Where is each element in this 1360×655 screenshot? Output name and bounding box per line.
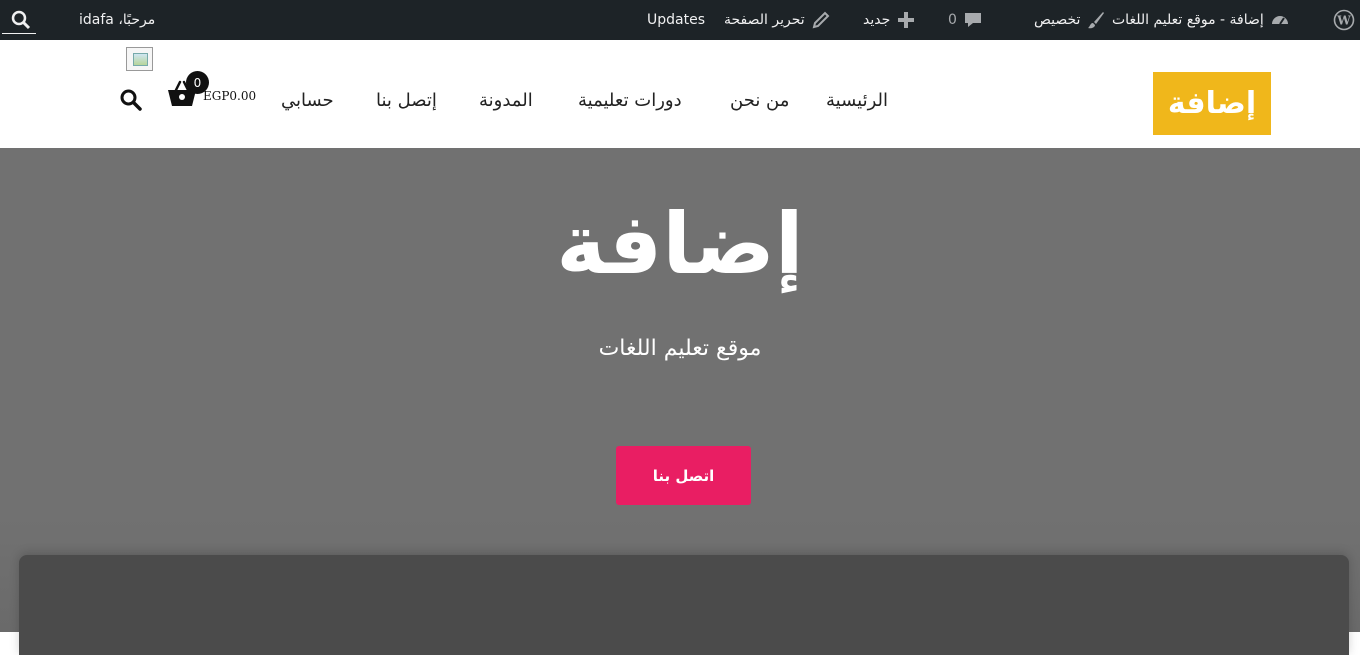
- admin-search-underline: [2, 33, 36, 34]
- cart-total[interactable]: EGP0.00: [203, 89, 256, 103]
- dashboard-icon: [1270, 10, 1290, 30]
- updates-label: Updates: [647, 12, 705, 28]
- broken-image-icon: [126, 47, 153, 71]
- search-icon[interactable]: [119, 88, 143, 112]
- hero-title: إضافة: [556, 195, 804, 293]
- logo-text: إضافة: [1167, 86, 1257, 121]
- paintbrush-icon: [1086, 10, 1106, 30]
- admin-bar: W إضافة - موقع تعليم اللغات تخصيص 0 جديد…: [0, 0, 1360, 40]
- nav-home[interactable]: الرئيسية: [826, 90, 888, 111]
- content-card: [19, 555, 1349, 655]
- customize-menu[interactable]: تخصيص: [1034, 0, 1106, 40]
- nav-about[interactable]: من نحن: [730, 90, 789, 111]
- comments-count: 0: [948, 12, 957, 28]
- site-logo[interactable]: إضافة: [1153, 72, 1271, 135]
- new-label: جديد: [863, 12, 891, 28]
- wordpress-logo-icon[interactable]: W: [1333, 0, 1355, 40]
- greeting-label: مرحبًا، idafa: [79, 12, 156, 28]
- nav-blog[interactable]: المدونة: [479, 90, 533, 111]
- edit-page-menu[interactable]: تحرير الصفحة: [724, 0, 831, 40]
- nav-contact[interactable]: إتصل بنا: [376, 90, 437, 111]
- nav-my-account[interactable]: حسابي: [281, 90, 334, 111]
- hero-section: إضافة موقع تعليم اللغات اتصل بنا: [0, 148, 1360, 655]
- pencil-icon: [811, 10, 831, 30]
- site-name-menu[interactable]: إضافة - موقع تعليم اللغات: [1112, 0, 1290, 40]
- comments-menu[interactable]: 0: [948, 0, 983, 40]
- site-header: إضافة الرئيسية من نحن دورات تعليمية المد…: [0, 40, 1360, 148]
- hero-subtitle: موقع تعليم اللغات: [598, 336, 762, 361]
- contact-us-button[interactable]: اتصل بنا: [616, 446, 751, 505]
- site-name-label: إضافة - موقع تعليم اللغات: [1112, 12, 1264, 28]
- edit-page-label: تحرير الصفحة: [724, 12, 805, 28]
- new-content-menu[interactable]: جديد: [863, 0, 916, 40]
- comment-bubble-icon: [963, 10, 983, 30]
- updates-menu[interactable]: Updates: [647, 0, 705, 40]
- nav-courses[interactable]: دورات تعليمية: [578, 90, 682, 111]
- svg-text:W: W: [1336, 14, 1351, 28]
- admin-search-icon[interactable]: [10, 0, 32, 40]
- customize-label: تخصيص: [1034, 12, 1081, 28]
- my-account-menu[interactable]: مرحبًا، idafa: [79, 0, 155, 40]
- plus-icon: [896, 10, 916, 30]
